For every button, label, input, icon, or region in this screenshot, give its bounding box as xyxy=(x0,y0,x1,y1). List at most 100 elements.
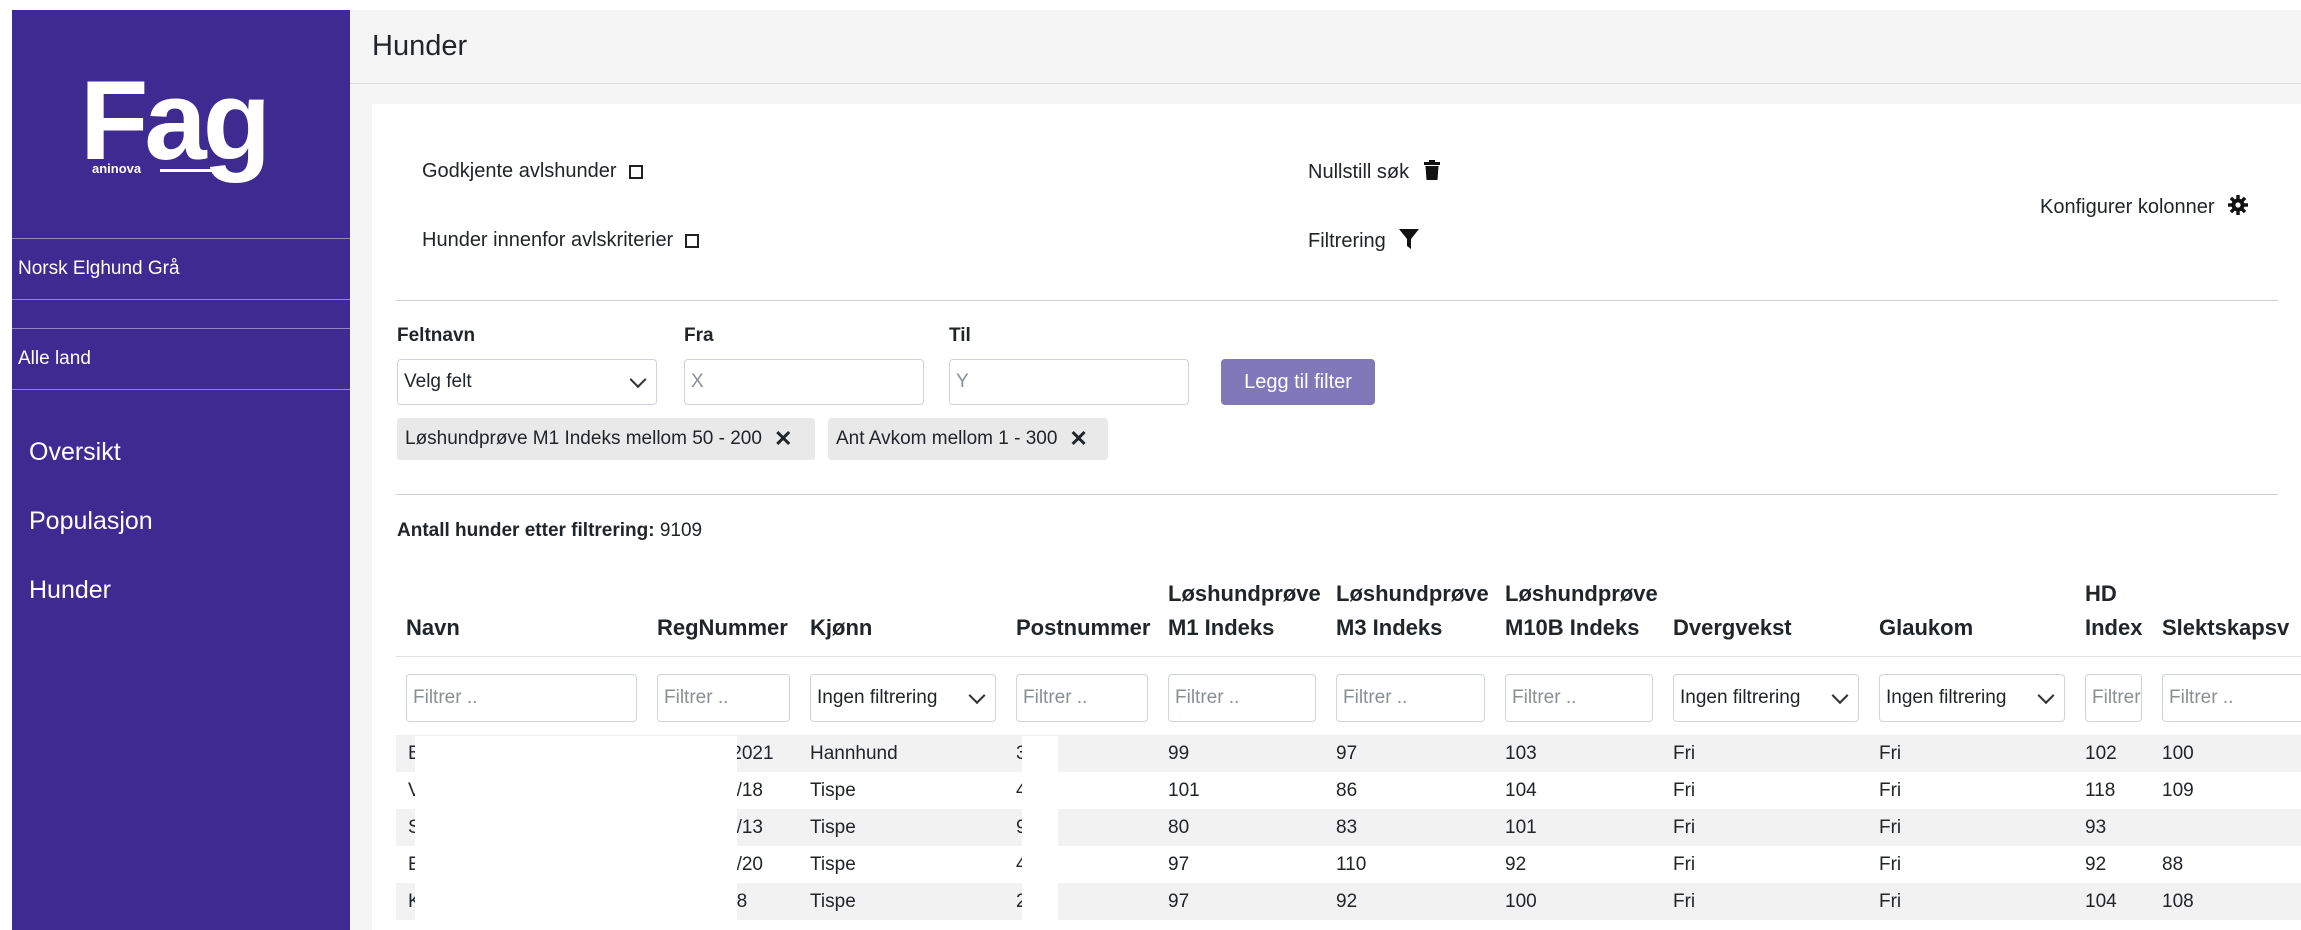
table-cell: Fri xyxy=(1673,780,1696,801)
fag-logo[interactable]: Fag aninova xyxy=(80,65,290,185)
column-filter-select[interactable]: Ingen filtrering xyxy=(1673,674,1859,722)
from-label: Fra xyxy=(684,325,714,346)
table-cell: 92 xyxy=(2085,854,2107,875)
table-cell: 88 xyxy=(2162,854,2184,875)
table-cell: 97 xyxy=(1168,854,1190,875)
table-cell: Fri xyxy=(1879,743,1902,764)
trash-icon xyxy=(1423,160,1440,180)
table-cell: Tispe xyxy=(810,854,856,875)
table-cell: 109 xyxy=(2162,780,2194,801)
to-input[interactable]: Y xyxy=(949,359,1189,405)
column-filter-input[interactable]: Filtrer .. xyxy=(406,674,637,722)
column-filter-input[interactable]: Filtrer .. xyxy=(1016,674,1148,722)
from-input[interactable]: X xyxy=(684,359,924,405)
add-filter-button[interactable]: Legg til filter xyxy=(1221,359,1375,405)
chevron-down-icon xyxy=(1831,687,1849,705)
column-filter-input[interactable]: Filtrer .. xyxy=(2162,674,2301,722)
table-cell: 100 xyxy=(2162,743,2194,764)
table-cell: Tispe xyxy=(810,891,856,912)
column-filter-input[interactable]: Filtrer .. xyxy=(1505,674,1653,722)
country-selector[interactable]: Alle land xyxy=(12,328,350,390)
redaction-box xyxy=(415,736,737,930)
column-header[interactable]: Slektskapsv xyxy=(2162,611,2289,645)
column-header[interactable]: Glaukom xyxy=(1879,611,1973,645)
table-cell: 93 xyxy=(2085,817,2107,838)
table-cell: 103 xyxy=(1505,743,1537,764)
breed-selector[interactable]: Norsk Elghund Grå xyxy=(12,238,350,300)
reset-search-button[interactable]: Nullstill søk xyxy=(1308,160,1441,184)
funnel-icon xyxy=(1399,229,1420,249)
field-label: Feltnavn xyxy=(397,325,476,346)
page-title: Hunder xyxy=(372,30,468,62)
approved-label: Godkjente avlshunder xyxy=(422,160,617,182)
table-cell: 101 xyxy=(1505,817,1537,838)
approved-option[interactable]: Godkjente avlshunder xyxy=(422,160,643,183)
active-filter-chip: Løshundprøve M1 Indeks mellom 50 - 200 ✕ xyxy=(397,418,815,460)
column-header[interactable]: HD Index xyxy=(2085,577,2142,645)
page-header: Hunder xyxy=(350,10,2301,84)
sidebar: Fag aninova Norsk Elghund Grå Alle land … xyxy=(12,10,350,930)
column-header[interactable]: Løshundprøve M10B Indeks xyxy=(1505,577,1658,645)
to-label: Til xyxy=(949,325,971,346)
field-select[interactable]: Velg felt xyxy=(397,359,657,405)
column-header[interactable]: Dvergvekst xyxy=(1673,611,1792,645)
table-cell: Fri xyxy=(1879,780,1902,801)
table-cell: Hannhund xyxy=(810,743,898,764)
within-criteria-option[interactable]: Hunder innenfor avlskriterier xyxy=(422,229,700,252)
table-cell: 97 xyxy=(1168,891,1190,912)
gear-icon xyxy=(2228,195,2249,215)
table-cell: Fri xyxy=(1673,891,1696,912)
remove-filter-icon[interactable]: ✕ xyxy=(1069,426,1087,452)
nav-oversikt[interactable]: Oversikt xyxy=(29,438,121,467)
table-cell: Fri xyxy=(1673,817,1696,838)
within-criteria-checkbox[interactable] xyxy=(685,233,700,248)
table-cell: 108 xyxy=(2162,891,2194,912)
table-cell: 92 xyxy=(1505,854,1527,875)
table-cell: 100 xyxy=(1505,891,1537,912)
redaction-box xyxy=(1022,736,1058,930)
country-label: Alle land xyxy=(18,348,91,369)
table-cell: Fri xyxy=(1673,854,1696,875)
result-count: Antall hunder etter filtrering: 9109 xyxy=(397,520,703,541)
chevron-down-icon xyxy=(629,371,647,389)
column-header[interactable]: Postnummer xyxy=(1016,611,1150,645)
column-header[interactable]: Navn xyxy=(406,611,460,645)
nav-populasjon[interactable]: Populasjon xyxy=(29,507,153,536)
table-cell: Fri xyxy=(1879,854,1902,875)
table-cell: Fri xyxy=(1673,743,1696,764)
chevron-down-icon xyxy=(2037,687,2055,705)
column-filter-input[interactable]: Filtrer .. xyxy=(1336,674,1485,722)
table-cell: 104 xyxy=(1505,780,1537,801)
chevron-down-icon xyxy=(968,687,986,705)
configure-columns-button[interactable]: Konfigurer kolonner xyxy=(2040,195,2249,219)
table-cell: 118 xyxy=(2085,780,2116,801)
remove-filter-icon[interactable]: ✕ xyxy=(774,426,792,452)
table-cell: Tispe xyxy=(810,817,856,838)
filter-toggle[interactable]: Filtrering xyxy=(1308,229,1420,253)
table-cell: Tispe xyxy=(810,780,856,801)
table-cell: 102 xyxy=(2085,743,2117,764)
table-cell: 101 xyxy=(1168,780,1200,801)
table-cell: Fri xyxy=(1879,817,1902,838)
column-filter-input[interactable]: Filtrer xyxy=(2085,674,2142,722)
table-cell: 92 xyxy=(1336,891,1358,912)
nav-hunder[interactable]: Hunder xyxy=(29,576,111,605)
column-filter-select[interactable]: Ingen filtrering xyxy=(1879,674,2065,722)
column-header[interactable]: Løshundprøve M1 Indeks xyxy=(1168,577,1321,645)
column-filter-input[interactable]: Filtrer .. xyxy=(1168,674,1316,722)
column-header[interactable]: Løshundprøve M3 Indeks xyxy=(1336,577,1489,645)
column-header[interactable]: Kjønn xyxy=(810,611,872,645)
table-cell: Fri xyxy=(1879,891,1902,912)
approved-checkbox[interactable] xyxy=(628,164,643,179)
table-cell: 104 xyxy=(2085,891,2117,912)
table-cell: 80 xyxy=(1168,817,1190,838)
breed-label: Norsk Elghund Grå xyxy=(18,258,180,279)
table-cell: 110 xyxy=(1336,854,1367,875)
table-cell: 97 xyxy=(1336,743,1358,764)
table-cell: 83 xyxy=(1336,817,1358,838)
column-filter-select[interactable]: Ingen filtrering xyxy=(810,674,996,722)
column-filter-input[interactable]: Filtrer .. xyxy=(657,674,790,722)
column-header[interactable]: RegNummer xyxy=(657,611,788,645)
table-cell: 99 xyxy=(1168,743,1190,764)
table-cell: 86 xyxy=(1336,780,1358,801)
